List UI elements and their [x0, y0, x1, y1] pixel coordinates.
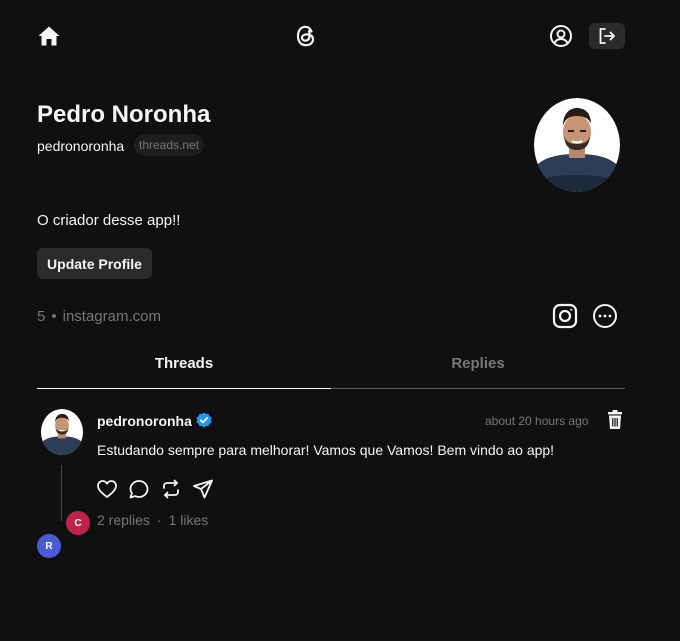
post-timestamp: about 20 hours ago — [485, 414, 589, 428]
profile-link[interactable]: instagram.com — [63, 308, 161, 325]
heart-icon[interactable] — [96, 478, 118, 500]
profile-name: Pedro Noronha — [37, 101, 211, 128]
avatar — [534, 98, 620, 192]
instagram-icon[interactable] — [551, 302, 579, 330]
post-text: Estudando sempre para melhorar! Vamos qu… — [97, 442, 555, 458]
repost-icon[interactable] — [160, 478, 182, 500]
logout-icon[interactable] — [589, 23, 625, 49]
profile-username: pedronoronha — [37, 138, 125, 154]
trash-icon[interactable] — [604, 409, 626, 431]
user-circle-icon[interactable] — [548, 23, 574, 49]
post-username[interactable]: pedronoronha — [97, 413, 192, 429]
profile-stats: 5 • instagram.com — [37, 308, 161, 325]
reply-avatar[interactable]: C — [66, 511, 90, 535]
comment-icon[interactable] — [128, 478, 150, 500]
send-icon[interactable] — [192, 478, 214, 500]
more-options-icon[interactable] — [592, 303, 618, 329]
profile-bio: O criador desse app!! — [37, 212, 181, 229]
tab-replies[interactable]: Replies — [331, 350, 625, 389]
verified-badge-icon — [196, 412, 212, 428]
home-icon[interactable] — [36, 23, 62, 49]
post-avatar[interactable] — [40, 409, 84, 455]
replies-count[interactable]: 2 replies — [97, 512, 150, 528]
reply-avatar[interactable]: R — [37, 534, 61, 558]
tab-threads[interactable]: Threads — [37, 350, 331, 389]
threads-logo-icon[interactable] — [292, 22, 320, 50]
post-stats: 2 replies · 1 likes — [97, 512, 209, 528]
likes-count[interactable]: 1 likes — [169, 512, 209, 528]
domain-badge: threads.net — [134, 134, 205, 156]
thread-line — [61, 465, 62, 521]
followers-count[interactable]: 5 — [37, 308, 45, 325]
update-profile-button[interactable]: Update Profile — [37, 248, 152, 279]
